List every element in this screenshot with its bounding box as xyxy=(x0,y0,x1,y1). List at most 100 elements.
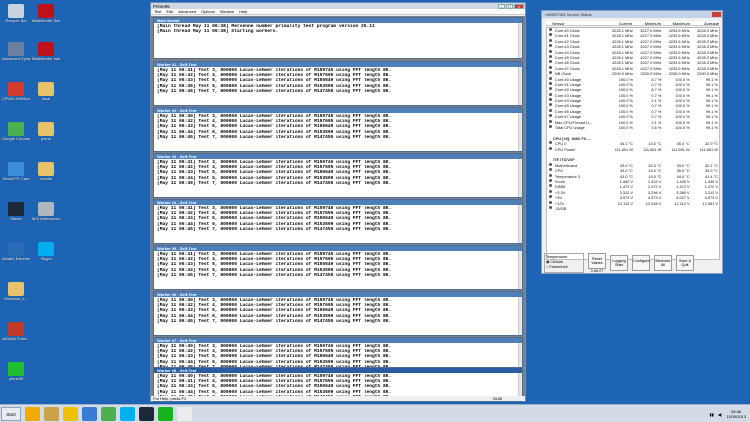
desktop-icon-label: Google Chrome xyxy=(2,137,30,141)
minimize-button[interactable]: – xyxy=(498,3,505,9)
shortcut-icon xyxy=(38,122,54,136)
reset-values-button[interactable]: Reset Values xyxy=(588,253,606,269)
desktop-icon-label: AIDA64 Extre... xyxy=(2,337,30,341)
menu-item-advanced[interactable]: Advanced xyxy=(178,9,196,14)
column-header-minimum[interactable]: Minimum xyxy=(633,21,662,25)
log-lines: [May 11 06:41] Test 3, 800000 Lucas-Lehm… xyxy=(154,67,522,94)
hwinfo-title: HWiNFO64 Sensor Status xyxy=(545,12,592,17)
shortcut-icon xyxy=(8,162,24,176)
clock[interactable]: 06:46 11/05/2013 xyxy=(726,409,746,419)
shortcut-icon xyxy=(8,282,24,296)
menu-item-help[interactable]: Help xyxy=(239,9,247,14)
desktop-icon[interactable]: Steam xyxy=(2,202,30,222)
status-bar: For Help, press F1 NUM xyxy=(151,396,525,401)
vertical-scrollbar[interactable] xyxy=(518,159,522,197)
desktop-icon-label: results xyxy=(40,177,52,181)
configure-button[interactable]: Configure xyxy=(632,255,650,271)
worker-4-pane: Worker #4 - Self-Test [May 11 06:41] Test… xyxy=(153,199,523,244)
vertical-scrollbar[interactable] xyxy=(518,67,522,105)
sensor-row[interactable]: -5VSB xyxy=(547,205,719,211)
shortcut-icon xyxy=(8,122,24,136)
vertical-scrollbar[interactable] xyxy=(518,23,522,58)
sensor-status-icon xyxy=(549,33,552,37)
desktop-icon[interactable]: Google Chrome xyxy=(2,122,30,142)
start-button[interactable]: Start xyxy=(1,406,21,421)
column-header-average[interactable]: Average xyxy=(691,21,720,25)
desktop-icon[interactable]: CPUID HWMonitor xyxy=(2,82,30,102)
log-line: [May 11 06:45] Test 7, 800000 Lucas-Lehm… xyxy=(157,272,392,278)
taskbar-app-icon[interactable] xyxy=(139,406,154,421)
sensor-status-icon xyxy=(549,49,552,53)
menu-item-window[interactable]: Window xyxy=(220,9,234,14)
volume-icon[interactable]: ◀) xyxy=(718,412,722,417)
menu-item-edit[interactable]: Edit xyxy=(166,9,173,14)
desktop-icon[interactable]: Windows_s... xyxy=(2,282,30,302)
taskbar-app-icon[interactable] xyxy=(120,406,135,421)
desktop-icon[interactable]: Skype xyxy=(32,242,60,262)
shortcut-icon xyxy=(8,322,24,336)
desktop-icon[interactable]: Advanced System... xyxy=(2,42,30,62)
column-header-sensor[interactable]: Sensor xyxy=(546,21,604,25)
desktop-icon-label: Bitdefender Safepay xyxy=(32,19,60,23)
vertical-scrollbar[interactable] xyxy=(518,297,522,335)
desktop-icon[interactable]: local xyxy=(32,82,60,102)
sensor-status-icon xyxy=(549,54,552,58)
vertical-scrollbar[interactable] xyxy=(518,205,522,243)
fahrenheit-radio[interactable]: ○ Fahrenheit xyxy=(546,265,582,270)
worker-3-pane: Worker #3 - Self-Test [May 11 06:41] Test… xyxy=(153,153,523,198)
shortcut-icon xyxy=(8,362,24,376)
desktop-icon[interactable]: MSI Afterburner xyxy=(32,202,60,222)
desktop-icon[interactable]: Recycle Bin xyxy=(2,4,30,24)
minimize-all-button[interactable]: Minimize All xyxy=(654,255,672,271)
sensor-status-icon xyxy=(549,108,552,112)
desktop-icon[interactable]: Bitdefender Safepay xyxy=(32,4,60,24)
log-lines: [May 11 06:40] Test 3, 800000 Lucas-Lehm… xyxy=(154,113,522,140)
desktop-icon[interactable]: Smart PC Care xyxy=(2,162,30,182)
worker-2-pane: Worker #2 - Self-Test [May 11 06:40] Test… xyxy=(153,107,523,152)
taskbar-app-icon[interactable] xyxy=(44,406,59,421)
desktop-icon-label: Steam xyxy=(10,217,22,221)
shortcut-icon xyxy=(38,162,54,176)
network-icon[interactable]: ▮▮ xyxy=(709,412,713,417)
taskbar-app-icon[interactable] xyxy=(177,406,192,421)
maximize-button[interactable]: □ xyxy=(506,3,513,9)
status-text: For Help, press F1 xyxy=(153,396,187,401)
taskbar: Start ▮▮ ◀) 06:46 11/05/2013 xyxy=(0,404,750,422)
log-lines: [Main thread May 11 06:38] Mersenne numb… xyxy=(154,23,522,34)
taskbar-app-icon[interactable] xyxy=(63,406,78,421)
worker-1-pane: Worker #1 - Self-Test [May 11 06:41] Test… xyxy=(153,61,523,106)
save-quit-button[interactable]: Save & Quit xyxy=(676,255,694,271)
desktop-icon[interactable]: prime xyxy=(32,122,60,142)
taskbar-app-icon[interactable] xyxy=(158,406,173,421)
sensor-status-icon xyxy=(549,205,552,209)
menu-item-options[interactable]: Options xyxy=(201,9,215,14)
vertical-scrollbar[interactable] xyxy=(518,251,522,289)
shortcut-icon xyxy=(8,202,24,216)
sensor-table[interactable]: Core #0 Clock 4228.1 MHz 4227.0 MHz 4233.6 … xyxy=(546,27,720,260)
column-header-maximum[interactable]: Maximum xyxy=(662,21,691,25)
elapsed-time: 0:06:27 xyxy=(590,269,604,273)
taskbar-app-icon[interactable] xyxy=(82,406,97,421)
desktop-icon[interactable]: AIDA64 Extre... xyxy=(2,322,30,342)
close-button[interactable]: × xyxy=(514,3,524,9)
prime95-window: Prime95 – □ × Test Edit Advanced Options Win… xyxy=(150,2,526,402)
logging-start-button[interactable]: Logging Start xyxy=(610,255,628,271)
sensor-status-icon xyxy=(549,141,552,145)
taskbar-app-icon[interactable] xyxy=(101,406,116,421)
fahrenheit-label: Fahrenheit xyxy=(549,265,568,269)
hwinfo-close-button[interactable] xyxy=(712,12,721,17)
desktop-icon[interactable]: prime95 xyxy=(2,362,30,382)
sensor-status-icon xyxy=(549,184,552,188)
sensor-name: -5VSB xyxy=(554,205,567,211)
sensor-status-icon xyxy=(549,114,552,118)
desktop-icon[interactable]: Aida64 ExtremeE... xyxy=(2,242,30,262)
desktop-icon[interactable]: results xyxy=(32,162,60,182)
desktop-icon[interactable]: Bitdefender Internet S... xyxy=(32,42,60,62)
vertical-scrollbar[interactable] xyxy=(518,113,522,151)
hwinfo-titlebar[interactable]: HWiNFO64 Sensor Status xyxy=(542,11,722,18)
sensor-status-icon xyxy=(549,200,552,204)
shortcut-icon xyxy=(8,4,24,18)
menu-item-test[interactable]: Test xyxy=(154,9,161,14)
column-header-current[interactable]: Current xyxy=(604,21,633,25)
taskbar-app-icon[interactable] xyxy=(25,406,40,421)
